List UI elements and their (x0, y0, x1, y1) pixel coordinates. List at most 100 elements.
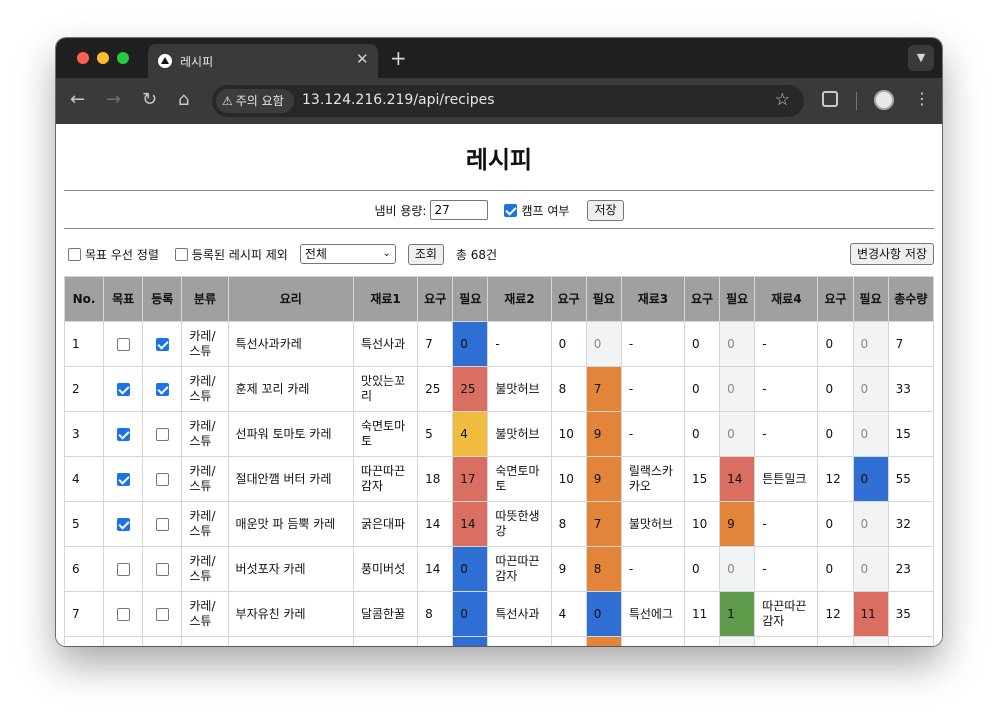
required-cell: 11 (684, 591, 721, 637)
required-cell: 0 (684, 366, 721, 412)
table-row (63, 636, 935, 646)
tab-close-icon[interactable]: ✕ (356, 50, 369, 68)
goal-checkbox[interactable] (116, 562, 130, 576)
page-content: 레시피 냄비 용량: 캠프 여부 저장 목표 우선 정렬 등록된 레시피 제외 … (56, 124, 942, 646)
ingredient-cell: 숙면토마토 (352, 411, 419, 457)
column-header-required1: 요구 (417, 276, 454, 322)
tab-search-chevron-icon[interactable]: ▼ (908, 45, 934, 71)
dish-name-cell: 부자유친 카레 (227, 591, 354, 637)
registered-checkbox[interactable] (155, 427, 169, 441)
save-settings-button[interactable]: 저장 (587, 199, 624, 221)
save-changes-button[interactable]: 변경사항 저장 (849, 243, 934, 265)
goal-cell (103, 366, 144, 412)
needed-cell: 7 (585, 366, 622, 412)
divider (64, 228, 934, 229)
ingredient-cell: 튼튼밀크 (754, 456, 819, 502)
column-header-no: No. (63, 276, 105, 322)
reload-icon[interactable]: ↻ (142, 90, 157, 110)
category-select[interactable]: 전체 ⌄ (299, 244, 396, 264)
goal-sort-checkbox[interactable] (68, 247, 81, 261)
registered-checkbox[interactable] (155, 337, 169, 351)
row-number-cell: 5 (63, 501, 105, 547)
needed-cell: 0 (585, 591, 622, 637)
favicon-icon (158, 54, 172, 68)
registered-checkbox[interactable] (155, 382, 169, 396)
goal-checkbox[interactable] (116, 382, 130, 396)
table-row: 1 카레/스튜 특선사과카레 특선사과 7 0-0 0-0 0-0 0 7 (63, 321, 935, 367)
divider (64, 190, 934, 191)
tab-recipes[interactable]: 레시피 ✕ (148, 44, 378, 78)
new-tab-button[interactable]: + (390, 46, 407, 70)
chevron-down-icon: ⌄ (382, 248, 391, 259)
registered-checkbox[interactable] (155, 562, 169, 576)
column-header-goal: 목표 (103, 276, 144, 322)
registered-cell (142, 546, 183, 592)
forward-arrow-icon[interactable]: → (106, 90, 121, 110)
row-number-cell: 3 (63, 411, 105, 457)
category-cell: 카레/스튜 (181, 411, 229, 457)
ingredient-cell: 맛있는꼬리 (352, 366, 419, 412)
pot-capacity-input[interactable] (430, 200, 489, 220)
required-cell: 0 (684, 546, 721, 592)
goal-checkbox[interactable] (116, 517, 130, 531)
required-cell: 8 (550, 366, 587, 412)
security-warning-chip[interactable]: ⚠ 주의 요함 (216, 89, 294, 113)
registered-cell (142, 636, 183, 646)
needed-cell: 1 (719, 591, 756, 637)
dish-name-cell: 매운맛 파 듬뿍 카레 (227, 501, 354, 547)
dish-name-cell: 버섯포자 카레 (227, 546, 354, 592)
column-header-ingredient1: 재료1 (352, 276, 419, 322)
maximize-window-button[interactable] (117, 52, 129, 64)
needed-cell: 0 (719, 366, 756, 412)
required-cell: 10 (684, 501, 721, 547)
goal-checkbox[interactable] (116, 472, 130, 486)
bookmark-star-icon[interactable]: ☆ (775, 90, 790, 110)
goal-cell (103, 591, 144, 637)
dish-name-cell (227, 636, 354, 646)
url-text[interactable]: 13.124.216.219/api/recipes (302, 92, 495, 108)
category-cell: 카레/스튜 (181, 366, 229, 412)
table-row: 5 카레/스튜 매운맛 파 듬뿍 카레 굵은대파 14 14 따뜻한생강 8 7 불맛허브 10 9-… (63, 501, 935, 547)
total-cell: 23 (887, 546, 935, 592)
registered-checkbox[interactable] (155, 517, 169, 531)
ingredient-cell: - (754, 411, 819, 457)
minimize-window-button[interactable] (97, 52, 109, 64)
search-button[interactable]: 조회 (407, 243, 444, 265)
goal-checkbox[interactable] (116, 337, 130, 351)
extensions-puzzle-icon[interactable] (822, 91, 838, 107)
required-cell: 0 (550, 321, 587, 367)
needed-cell: 8 (585, 546, 622, 592)
profile-avatar-icon[interactable] (874, 90, 894, 110)
total-cell: 33 (887, 366, 935, 412)
ingredient-cell: 특선에그 (620, 591, 686, 637)
ingredient-cell: 따뜻한생강 (487, 501, 552, 547)
needed-cell: 0 (852, 411, 889, 457)
needed-cell: 11 (852, 591, 889, 637)
goal-checkbox[interactable] (116, 427, 130, 441)
tab-title: 레시피 (180, 55, 214, 69)
ingredient-cell: 불맛허브 (487, 366, 552, 412)
back-arrow-icon[interactable]: ← (70, 90, 85, 110)
goal-cell (103, 546, 144, 592)
camp-checkbox[interactable] (504, 203, 518, 217)
category-cell: 카레/스튜 (181, 546, 229, 592)
security-chip-label: 주의 요함 (235, 94, 284, 108)
column-header-ingredient4: 재료4 (754, 276, 819, 322)
total-count: 총 68건 (455, 247, 498, 262)
ingredient-cell: 특선사과 (487, 591, 552, 637)
ingredient-cell: 특선사과 (352, 321, 419, 367)
required-cell: 0 (684, 321, 721, 367)
address-bar[interactable]: ⚠ 주의 요함 13.124.216.219/api/recipes ☆ (212, 85, 804, 117)
more-menu-icon[interactable]: ⋮ (914, 89, 930, 108)
registered-checkbox[interactable] (155, 472, 169, 486)
home-icon[interactable]: ⌂ (178, 90, 189, 110)
needed-cell (852, 636, 889, 646)
goal-checkbox[interactable] (116, 607, 130, 621)
registered-checkbox[interactable] (155, 607, 169, 621)
row-number-cell: 1 (63, 321, 105, 367)
ingredient-cell: - (620, 321, 686, 367)
ingredient-cell: 불맛허브 (487, 411, 552, 457)
exclude-registered-checkbox[interactable] (174, 247, 188, 261)
close-window-button[interactable] (77, 52, 89, 64)
row-number-cell: 2 (63, 366, 105, 412)
